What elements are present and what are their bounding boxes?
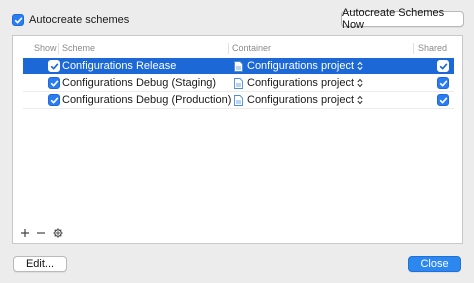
add-scheme-button[interactable]	[19, 227, 31, 239]
plus-icon	[21, 229, 29, 237]
table-row[interactable]: Configurations Debug (Production) Configu…	[23, 92, 454, 108]
container-popup[interactable]: Configurations project	[234, 76, 363, 90]
container-name: Configurations project	[247, 60, 355, 72]
project-file-icon	[234, 60, 243, 72]
shared-checkbox[interactable]	[437, 60, 449, 72]
container-popup[interactable]: Configurations project	[234, 59, 363, 73]
column-divider	[58, 43, 59, 54]
popup-arrows-icon	[357, 61, 363, 71]
minus-icon	[37, 232, 45, 234]
checkmark-icon	[439, 97, 447, 103]
gear-icon	[53, 228, 63, 238]
checkmark-icon	[14, 17, 22, 23]
checkmark-icon	[50, 97, 58, 103]
scheme-name: Configurations Debug (Staging)	[62, 77, 217, 89]
project-file-icon	[234, 77, 243, 89]
checkmark-icon	[439, 63, 447, 69]
shared-checkbox[interactable]	[437, 94, 449, 106]
container-name: Configurations project	[247, 77, 355, 89]
autocreate-schemes-toggle[interactable]: Autocreate schemes	[12, 12, 129, 28]
show-checkbox[interactable]	[48, 60, 60, 72]
popup-arrows-icon	[357, 95, 363, 105]
show-checkbox[interactable]	[48, 94, 60, 106]
autocreate-schemes-now-button[interactable]: Autocreate Schemes Now	[341, 7, 464, 31]
scheme-actions-button[interactable]	[52, 227, 64, 239]
container-popup[interactable]: Configurations project	[234, 93, 363, 107]
close-button[interactable]: Close	[408, 256, 461, 272]
column-header-shared[interactable]: Shared	[418, 43, 447, 53]
autocreate-label: Autocreate schemes	[29, 14, 130, 26]
column-header-show[interactable]: Show	[34, 43, 57, 53]
checkmark-icon	[50, 80, 58, 86]
checkmark-icon	[50, 63, 58, 69]
show-checkbox[interactable]	[48, 77, 60, 89]
table-row[interactable]: Configurations Release Configurations pro…	[23, 58, 454, 74]
popup-arrows-icon	[357, 78, 363, 88]
schemes-table: Show Scheme Container Shared Configurati…	[12, 35, 463, 244]
column-header-scheme[interactable]: Scheme	[62, 43, 95, 53]
container-name: Configurations project	[247, 94, 355, 106]
scheme-name: Configurations Release	[62, 60, 177, 72]
remove-scheme-button[interactable]	[35, 227, 47, 239]
scheme-name: Configurations Debug (Production)	[62, 94, 232, 106]
column-divider	[413, 43, 414, 54]
column-header-container[interactable]: Container	[232, 43, 271, 53]
column-divider	[228, 43, 229, 54]
project-file-icon	[234, 94, 243, 106]
row-divider	[23, 108, 454, 109]
edit-button[interactable]: Edit...	[13, 256, 67, 272]
table-row[interactable]: Configurations Debug (Staging) Configurat…	[23, 75, 454, 91]
autocreate-checkbox[interactable]	[12, 14, 24, 26]
checkmark-icon	[439, 80, 447, 86]
shared-checkbox[interactable]	[437, 77, 449, 89]
